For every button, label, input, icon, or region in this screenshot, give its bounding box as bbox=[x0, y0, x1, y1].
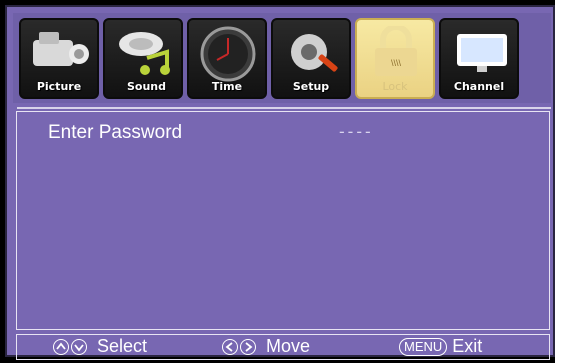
tab-label: Lock bbox=[382, 80, 408, 93]
select-label: Select bbox=[97, 336, 148, 356]
tab-label: Picture bbox=[36, 80, 82, 93]
tab-channel[interactable]: Channel bbox=[439, 18, 519, 99]
tab-label: Time bbox=[211, 80, 243, 93]
menu-tab-bar: Picture Sound Time Setup \\\\ Lock Chann… bbox=[13, 13, 551, 103]
tab-setup[interactable]: Setup bbox=[271, 18, 351, 99]
select-hint: Select bbox=[53, 336, 147, 357]
move-label: Move bbox=[266, 336, 311, 356]
left-arrow-icon bbox=[222, 338, 238, 355]
tv-osd-screen: Picture Sound Time Setup \\\\ Lock Chann… bbox=[0, 0, 560, 363]
password-label: Enter Password bbox=[48, 122, 183, 143]
tab-label: Setup bbox=[292, 80, 330, 93]
osd-menu-frame: Picture Sound Time Setup \\\\ Lock Chann… bbox=[5, 5, 555, 360]
tab-label: Sound bbox=[127, 80, 167, 93]
move-hint: Move bbox=[222, 336, 310, 357]
tab-label: Channel bbox=[453, 80, 505, 93]
up-arrow-icon bbox=[53, 338, 69, 355]
password-field[interactable]: ---- bbox=[339, 122, 374, 142]
svg-text:\\\\: \\\\ bbox=[391, 58, 402, 68]
header-divider bbox=[17, 107, 551, 109]
exit-label: Exit bbox=[452, 336, 483, 356]
tab-picture[interactable]: Picture bbox=[19, 18, 99, 99]
monitor-icon bbox=[457, 34, 507, 72]
clock-icon bbox=[200, 26, 256, 82]
camera-icon bbox=[33, 32, 89, 66]
lock-content-panel: Enter Password ---- bbox=[16, 111, 550, 330]
padlock-icon: \\\\ bbox=[375, 26, 417, 76]
exit-hint: MENU Exit bbox=[399, 336, 482, 357]
tab-time[interactable]: Time bbox=[187, 18, 267, 99]
menu-key-icon: MENU bbox=[399, 337, 448, 356]
footer-hints: Select Move MENU Exit bbox=[16, 334, 550, 360]
right-arrow-icon bbox=[240, 338, 256, 355]
music-note-icon bbox=[119, 32, 170, 75]
gear-wrench-icon bbox=[291, 34, 338, 72]
tab-sound[interactable]: Sound bbox=[103, 18, 183, 99]
tab-lock[interactable]: \\\\ Lock bbox=[355, 18, 435, 99]
right-edge bbox=[555, 0, 561, 363]
down-arrow-icon bbox=[71, 338, 87, 355]
